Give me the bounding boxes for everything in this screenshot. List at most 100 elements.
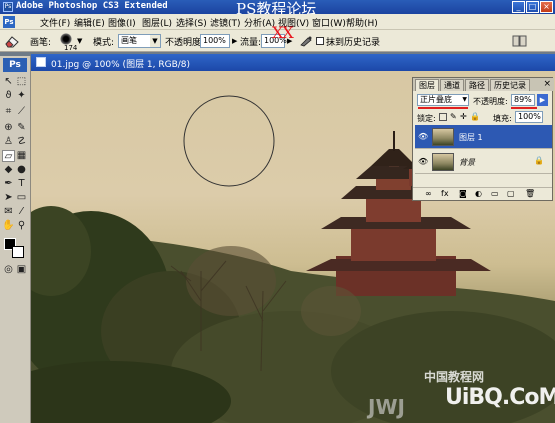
erase-history-label: 抹到历史记录 — [326, 38, 381, 48]
erase-history-checkbox[interactable] — [316, 37, 324, 45]
layer-name: 图层 1 — [459, 133, 483, 142]
magic-wand-icon[interactable]: ✦ — [15, 90, 28, 102]
new-group-icon[interactable]: ▭ — [491, 189, 499, 198]
menu-select[interactable]: 选择(S) — [176, 16, 207, 29]
layer-row[interactable]: 👁 背景 🔒 — [415, 150, 552, 174]
quick-mask-icon[interactable]: ◎ — [2, 264, 15, 276]
airbrush-icon[interactable] — [299, 35, 313, 47]
document-title: 01.jpg @ 100% (图层 1, RGB/8) — [51, 60, 191, 70]
close-button[interactable]: × — [540, 1, 553, 13]
window-controls: _ □ × — [512, 1, 553, 13]
blend-mode-select[interactable]: 正片叠底 ▼ — [417, 94, 469, 106]
site-watermark: UiBQ.CoM — [445, 385, 555, 410]
marquee-tool-icon[interactable]: ⬚ — [15, 76, 28, 88]
layer-opacity-label: 不透明度: — [473, 97, 508, 106]
blend-mode-value: 正片叠底 — [420, 95, 452, 104]
palette-well-icon[interactable] — [512, 35, 528, 47]
history-brush-icon[interactable]: ☡ — [15, 136, 28, 148]
lock-all-icon[interactable]: 🔒 — [470, 112, 480, 121]
healing-brush-icon[interactable]: ⊕ — [2, 122, 15, 134]
panel-tabs: 图层 通道 路径 历史记录 × — [413, 78, 554, 91]
blur-tool-icon[interactable]: ◆ — [2, 164, 15, 176]
layers-panel: 图层 通道 路径 历史记录 × 正片叠底 ▼ 不透明度: 89% ▶ 锁定: ✎… — [412, 77, 554, 201]
eraser-tool-icon[interactable] — [4, 34, 20, 48]
panel-close-icon[interactable]: × — [543, 79, 551, 89]
dodge-tool-icon[interactable]: ● — [15, 164, 28, 176]
eyedropper-icon[interactable]: ⁄ — [15, 206, 28, 218]
zoom-tool-icon[interactable]: ⚲ — [15, 220, 28, 232]
site-watermark-left: JWJ — [368, 395, 405, 419]
eye-icon[interactable]: 👁 — [418, 157, 428, 166]
opacity-input[interactable]: 100% — [200, 34, 230, 48]
move-tool-icon[interactable]: ↖ — [2, 76, 15, 88]
delete-layer-icon[interactable]: 🗑 — [525, 189, 535, 198]
eye-icon[interactable]: 👁 — [418, 132, 428, 141]
gradient-tool-icon[interactable]: ▦ — [15, 150, 28, 162]
lock-transparency-icon[interactable] — [439, 113, 447, 121]
opacity-slider-icon[interactable]: ▶ — [232, 37, 237, 45]
menu-file[interactable]: 文件(F) — [40, 16, 70, 29]
minimize-button[interactable]: _ — [512, 1, 525, 13]
new-layer-icon[interactable]: ▢ — [507, 189, 515, 198]
type-tool-icon[interactable]: T — [15, 178, 28, 190]
menu-image[interactable]: 图像(I) — [108, 16, 136, 29]
brush-cursor-circle — [183, 95, 275, 187]
toolbox: Ps ↖ ⬚ ϑ ✦ ⌗ ⟋ ⊕ ✎ ♙ ☡ ▱ ▦ ◆ ● ✒ T ➤ ▭ ✉… — [0, 56, 31, 423]
tab-channels[interactable]: 通道 — [440, 79, 464, 91]
app-title: Adobe Photoshop CS3 Extended — [16, 1, 168, 11]
link-layers-icon[interactable]: ∞ — [425, 189, 432, 198]
ps-menu-icon[interactable]: Ps — [3, 16, 15, 28]
menu-filter[interactable]: 滤镜(T) — [210, 16, 241, 29]
annotation-underline — [511, 107, 537, 109]
screen-mode-icon[interactable]: ▣ — [15, 264, 28, 276]
slice-tool-icon[interactable]: ⟋ — [15, 106, 28, 118]
notes-tool-icon[interactable]: ✉ — [2, 206, 15, 218]
mode-value: 画笔 — [121, 36, 137, 45]
clone-stamp-icon[interactable]: ♙ — [2, 136, 15, 148]
crop-tool-icon[interactable]: ⌗ — [2, 106, 15, 118]
menu-analysis[interactable]: 分析(A) — [244, 16, 275, 29]
layer-mask-icon[interactable]: ◙ — [459, 189, 467, 198]
eraser-tool-selected-icon[interactable]: ▱ — [2, 150, 15, 162]
brush-tool-icon[interactable]: ✎ — [15, 122, 28, 134]
menu-window[interactable]: 窗口(W) — [312, 16, 346, 29]
fill-input[interactable]: 100% — [515, 111, 543, 123]
lock-icon: 🔒 — [534, 156, 544, 165]
photoshop-window: Ps Adobe Photoshop CS3 Extended PS教程论坛 _… — [0, 0, 555, 423]
lock-position-icon[interactable]: ✛ — [460, 112, 467, 121]
opacity-slider-icon[interactable]: ▶ — [537, 94, 548, 106]
layer-name: 背景 — [459, 158, 475, 167]
adjustment-layer-icon[interactable]: ◐ — [475, 189, 482, 198]
photoshop-app-icon: Ps — [3, 2, 13, 12]
path-selection-icon[interactable]: ➤ — [2, 192, 15, 204]
chevron-down-icon: ▼ — [150, 35, 160, 47]
layer-thumbnail — [432, 153, 454, 171]
brush-dropdown-icon[interactable]: ▼ — [77, 37, 82, 45]
tab-layers[interactable]: 图层 — [415, 79, 439, 91]
layer-thumbnail — [432, 128, 454, 146]
pen-tool-icon[interactable]: ✒ — [2, 178, 15, 190]
layer-opacity-input[interactable]: 89% — [511, 94, 535, 106]
menu-layer[interactable]: 图层(L) — [142, 16, 172, 29]
shape-tool-icon[interactable]: ▭ — [15, 192, 28, 204]
tab-paths[interactable]: 路径 — [465, 79, 489, 91]
lock-label: 锁定: — [417, 114, 436, 123]
brush-size: 174 — [64, 44, 78, 52]
document-title-bar: 01.jpg @ 100% (图层 1, RGB/8) — [31, 54, 555, 71]
lasso-tool-icon[interactable]: ϑ — [2, 90, 15, 102]
maximize-button[interactable]: □ — [526, 1, 539, 13]
hand-tool-icon[interactable]: ✋ — [2, 220, 15, 232]
layer-row[interactable]: 👁 图层 1 — [415, 125, 552, 149]
ps-logo: Ps — [3, 58, 27, 72]
mode-select[interactable]: 画笔 ▼ — [118, 34, 161, 48]
background-color-swatch[interactable] — [12, 246, 24, 258]
fill-label: 填充: — [493, 114, 512, 123]
lock-pixels-icon[interactable]: ✎ — [450, 112, 457, 121]
panel-footer: ∞ fx ◙ ◐ ▭ ▢ 🗑 — [413, 187, 552, 200]
menu-edit[interactable]: 编辑(E) — [74, 16, 105, 29]
tab-history[interactable]: 历史记录 — [490, 79, 530, 91]
site-watermark-cn: 中国教程网 — [424, 370, 485, 384]
menu-help[interactable]: 帮助(H) — [346, 16, 378, 29]
annotation-xx: XX — [272, 23, 294, 42]
layer-style-icon[interactable]: fx — [441, 189, 449, 198]
